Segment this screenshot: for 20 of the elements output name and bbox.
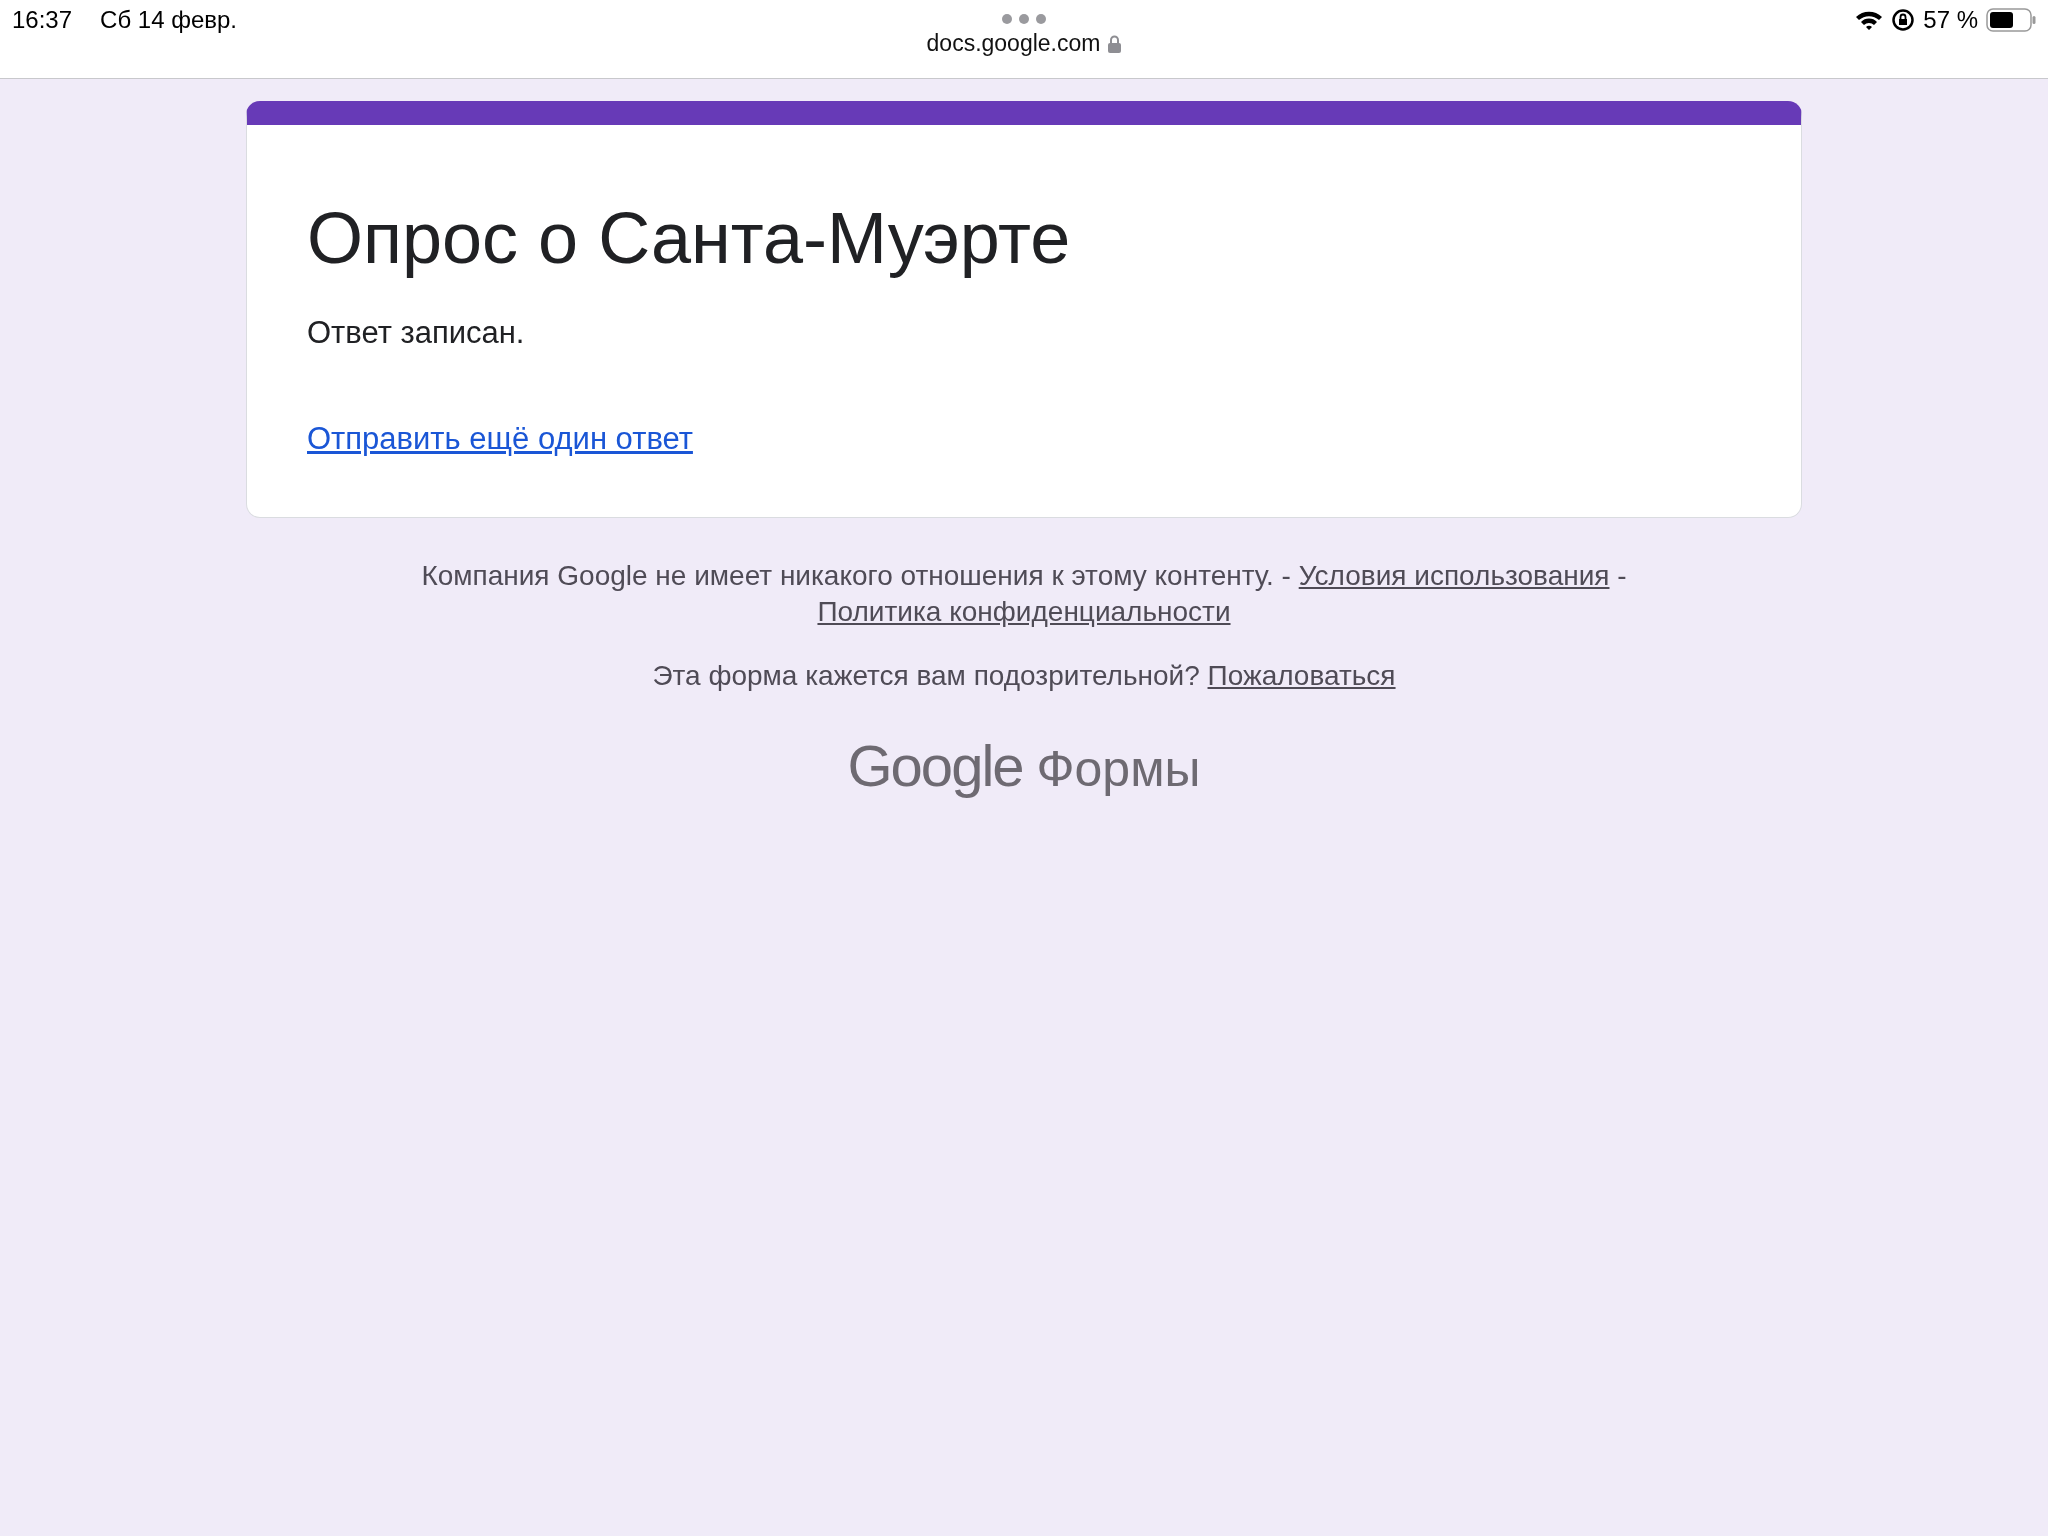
battery-icon: [1986, 8, 2036, 32]
logo-brand[interactable]: Google: [847, 732, 1023, 799]
wifi-icon: [1855, 9, 1884, 31]
confirmation-message: Ответ записан.: [307, 315, 525, 351]
logo-product[interactable]: Формы: [1036, 740, 1201, 798]
submit-another-link[interactable]: Отправить ещё один ответ: [307, 421, 693, 457]
url-text[interactable]: docs.google.com: [926, 30, 1101, 57]
battery-percent: 57 %: [1923, 6, 1978, 34]
privacy-link[interactable]: Политика конфиденциальности: [817, 596, 1231, 627]
terms-link[interactable]: Условия использования: [1298, 560, 1610, 591]
separator-text: -: [1617, 560, 1627, 591]
form-title: Опрос о Санта-Муэрте: [307, 197, 1071, 279]
status-time: 16:37: [12, 6, 73, 34]
more-icon[interactable]: [1002, 14, 1046, 24]
status-date: Сб 14 февр.: [100, 6, 238, 34]
report-link[interactable]: Пожаловаться: [1207, 660, 1396, 691]
disclaimer-text: Компания Google не имеет никакого отношения к этому контенту. -: [421, 560, 1291, 591]
rotation-lock-icon: [1891, 8, 1916, 32]
lock-icon: [1108, 34, 1122, 53]
suspicious-question: Эта форма кажется вам подозрительной?: [652, 660, 1200, 691]
